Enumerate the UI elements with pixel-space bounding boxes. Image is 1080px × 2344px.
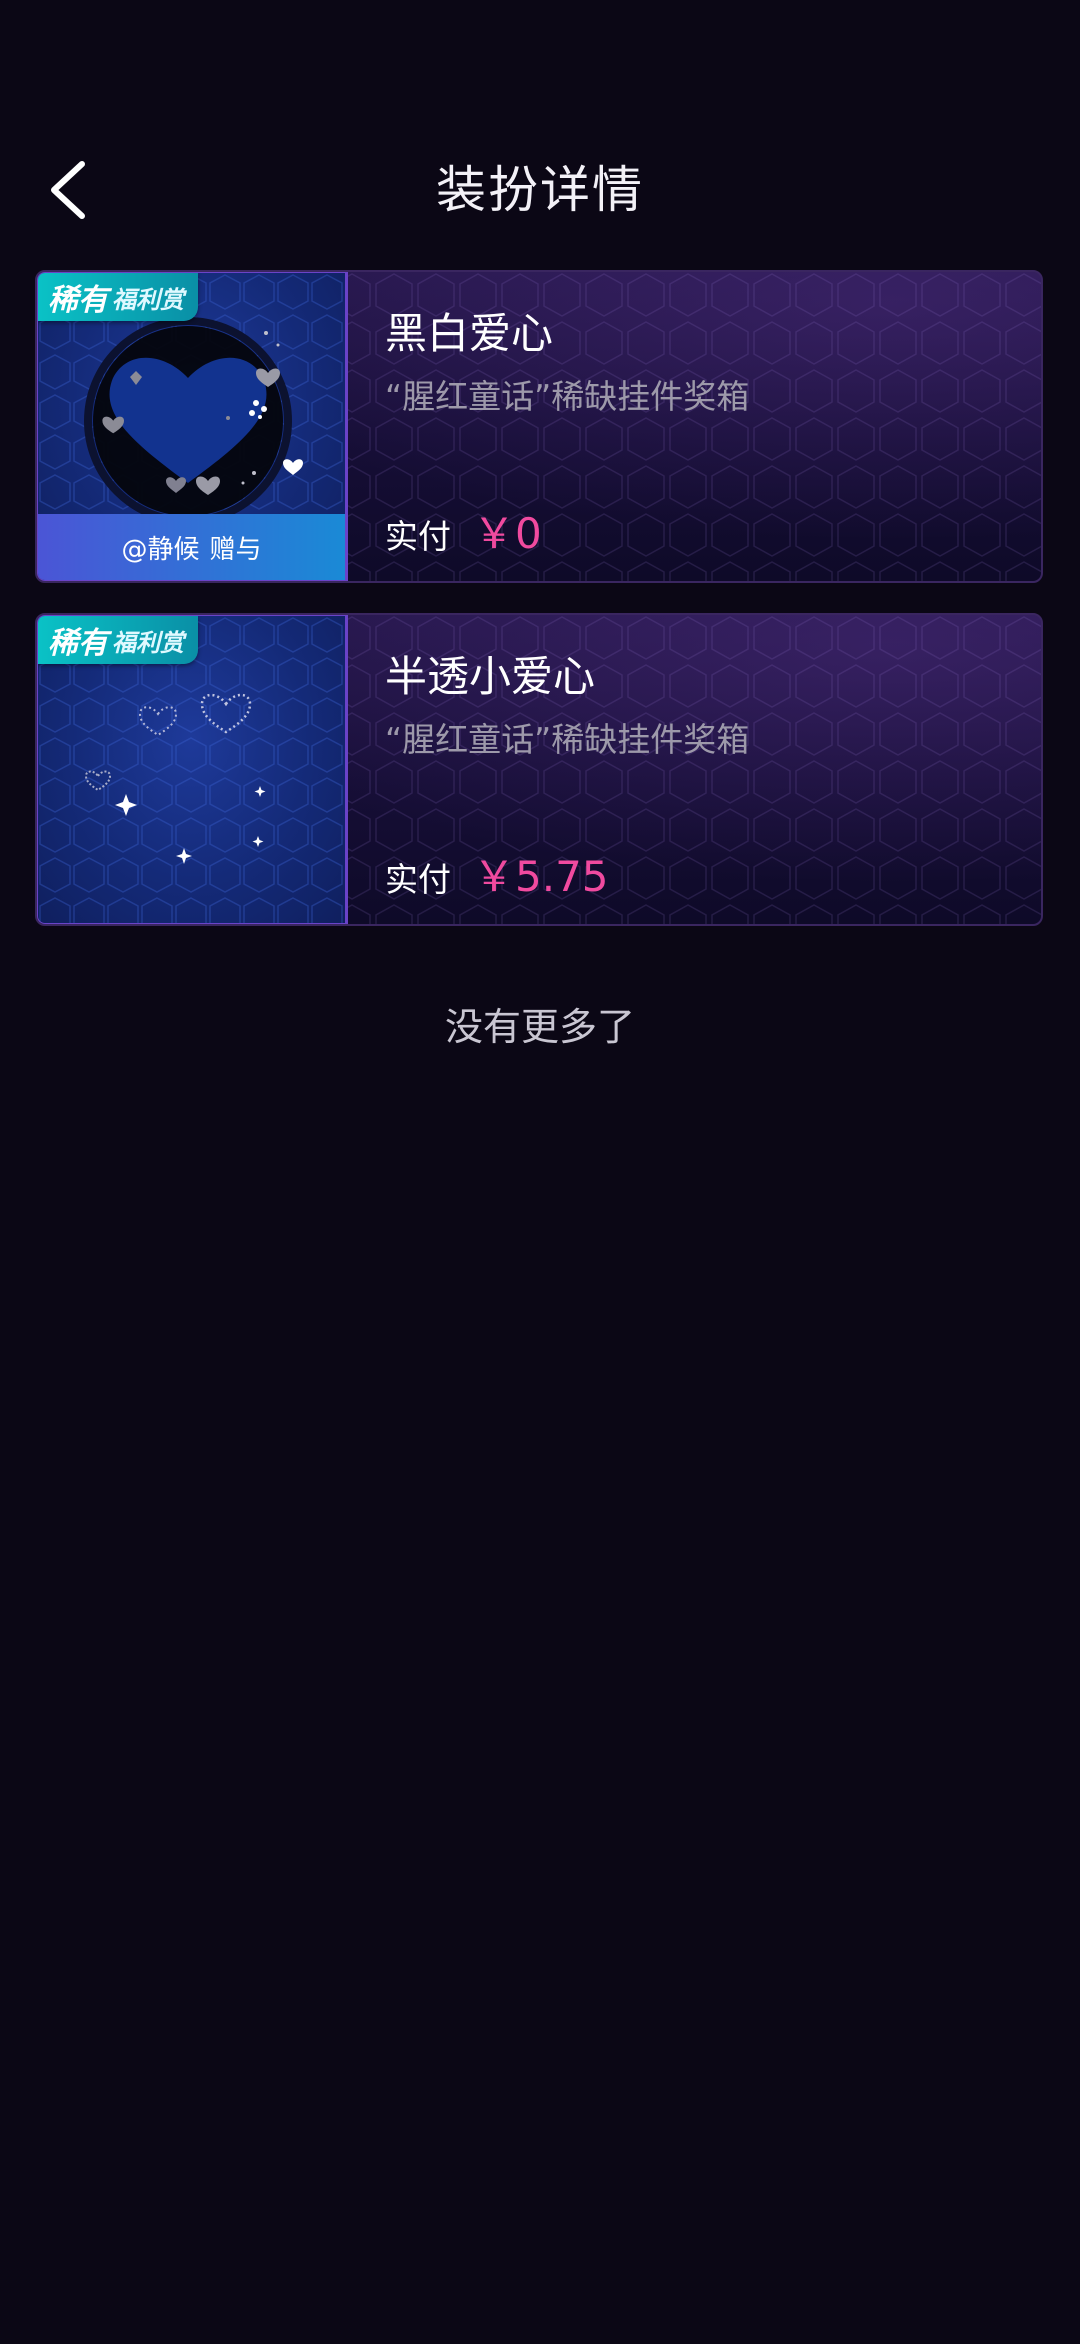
gift-action: 赠与 <box>209 534 262 565</box>
pay-amount: ￥0 <box>473 509 542 558</box>
badge-main-text: 稀有 <box>48 283 108 318</box>
gift-bar: @静候 赠与 <box>38 514 345 580</box>
page-title: 装扮详情 <box>436 161 644 219</box>
pay-row: 实付 ￥5.75 <box>385 843 609 904</box>
gift-user: @静候 <box>121 534 200 565</box>
outfit-item-card[interactable]: 稀有 福利赏 @静候 赠与 黑白爱心 “腥红童话”稀缺挂件奖箱 实付 ￥0 <box>35 270 1043 583</box>
item-thumbnail[interactable]: 稀有 福利赏 <box>37 615 348 924</box>
item-source: “腥红童话”稀缺挂件奖箱 <box>385 377 750 416</box>
rare-badge: 稀有 福利赏 <box>38 616 198 664</box>
rare-badge: 稀有 福利赏 <box>38 273 198 321</box>
item-info: 半透小爱心 “腥红童话”稀缺挂件奖箱 实付 ￥5.75 <box>385 615 1021 924</box>
item-source: “腥红童话”稀缺挂件奖箱 <box>385 720 750 759</box>
badge-sub-text: 福利赏 <box>112 285 184 314</box>
badge-main-text: 稀有 <box>48 626 108 661</box>
header: 装扮详情 <box>0 140 1080 240</box>
item-info: 黑白爱心 “腥红童话”稀缺挂件奖箱 实付 ￥0 <box>385 272 1021 581</box>
outfit-detail-screen: 装扮详情 稀有 福利赏 @静候 赠与 黑白爱心 “腥红童话”稀缺挂件奖箱 实付 … <box>0 0 1080 2344</box>
item-thumbnail[interactable]: 稀有 福利赏 @静候 赠与 <box>37 272 348 581</box>
no-more-text: 没有更多了 <box>444 1005 635 1049</box>
item-name: 黑白爱心 <box>385 309 554 358</box>
pay-label: 实付 <box>385 860 451 899</box>
pay-amount: ￥5.75 <box>473 852 609 901</box>
pay-row: 实付 ￥0 <box>385 500 542 561</box>
outfit-item-card[interactable]: 稀有 福利赏 半透小爱心 “腥红童话”稀缺挂件奖箱 实付 ￥5.75 <box>35 613 1043 926</box>
pay-label: 实付 <box>385 517 451 556</box>
badge-sub-text: 福利赏 <box>112 628 184 657</box>
item-name: 半透小爱心 <box>385 652 596 701</box>
